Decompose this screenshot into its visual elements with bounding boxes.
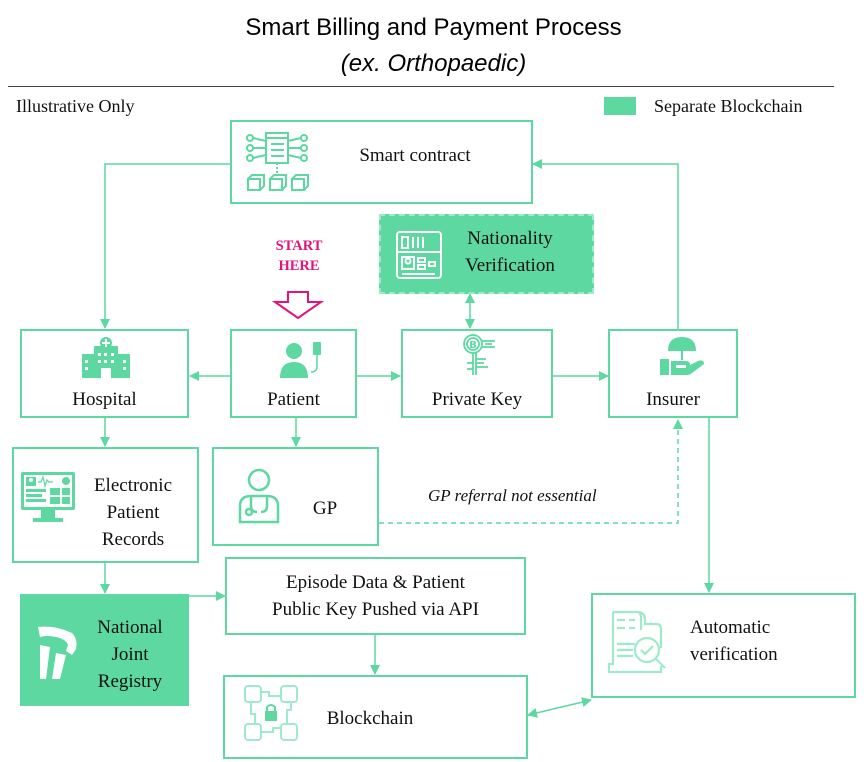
monitor-records-icon (21, 472, 75, 522)
patient-icon (280, 342, 321, 378)
start-arrow-icon (272, 291, 324, 320)
svg-text:B: B (469, 340, 477, 351)
label-line: Episode Data & Patient (286, 572, 465, 593)
insurance-umbrella-hand-icon (660, 337, 704, 375)
label-line: Public Key Pushed via API (272, 599, 479, 620)
label-line: Automatic (690, 617, 771, 638)
crypto-key-icon: B (463, 334, 495, 375)
label-episode-data: Episode Data & Patient Public Key Pushed… (225, 569, 526, 623)
smart-contract-icon (246, 132, 309, 191)
label-line: Electronic (93, 475, 173, 496)
start-line1: START (275, 238, 323, 254)
document-check-icon (607, 610, 666, 674)
label-line: Joint (111, 644, 149, 665)
blockchain-lock-icon (244, 685, 298, 741)
label-nationality-verification: Nationality Verification (445, 225, 575, 279)
label-automatic-verification: Automatic verification (690, 614, 810, 668)
label-line: Patient (106, 502, 160, 523)
label-gp: GP (312, 498, 338, 519)
doctor-icon (238, 468, 280, 524)
label-national-joint-registry: National Joint Registry (80, 614, 180, 695)
start-here-label: START HERE (262, 236, 336, 276)
label-electronic-patient-records: Electronic Patient Records (78, 472, 188, 553)
gp-referral-note: GP referral not essential (428, 486, 597, 505)
edge-smartcontract-hospital (100, 163, 231, 329)
label-patient: Patient (267, 389, 320, 410)
label-insurer: Insurer (646, 389, 700, 410)
label-line: Nationality (467, 228, 553, 249)
label-hospital: Hospital (72, 389, 137, 410)
label-blockchain: Blockchain (326, 708, 414, 729)
label-line: National (97, 617, 163, 638)
knee-joint-icon (38, 626, 77, 679)
hospital-icon (82, 337, 130, 378)
edge-gp-insurer-dashed (379, 419, 683, 524)
start-line2: HERE (278, 258, 320, 274)
label-line: Registry (97, 671, 163, 692)
label-smart-contract: Smart contract (359, 145, 471, 166)
edge-blockchain-autoverify (527, 697, 592, 718)
label-line: verification (690, 644, 778, 665)
label-line: Verification (465, 255, 555, 276)
label-line: Records (101, 529, 165, 550)
label-private-key: Private Key (431, 389, 523, 410)
id-card-icon (396, 231, 442, 279)
